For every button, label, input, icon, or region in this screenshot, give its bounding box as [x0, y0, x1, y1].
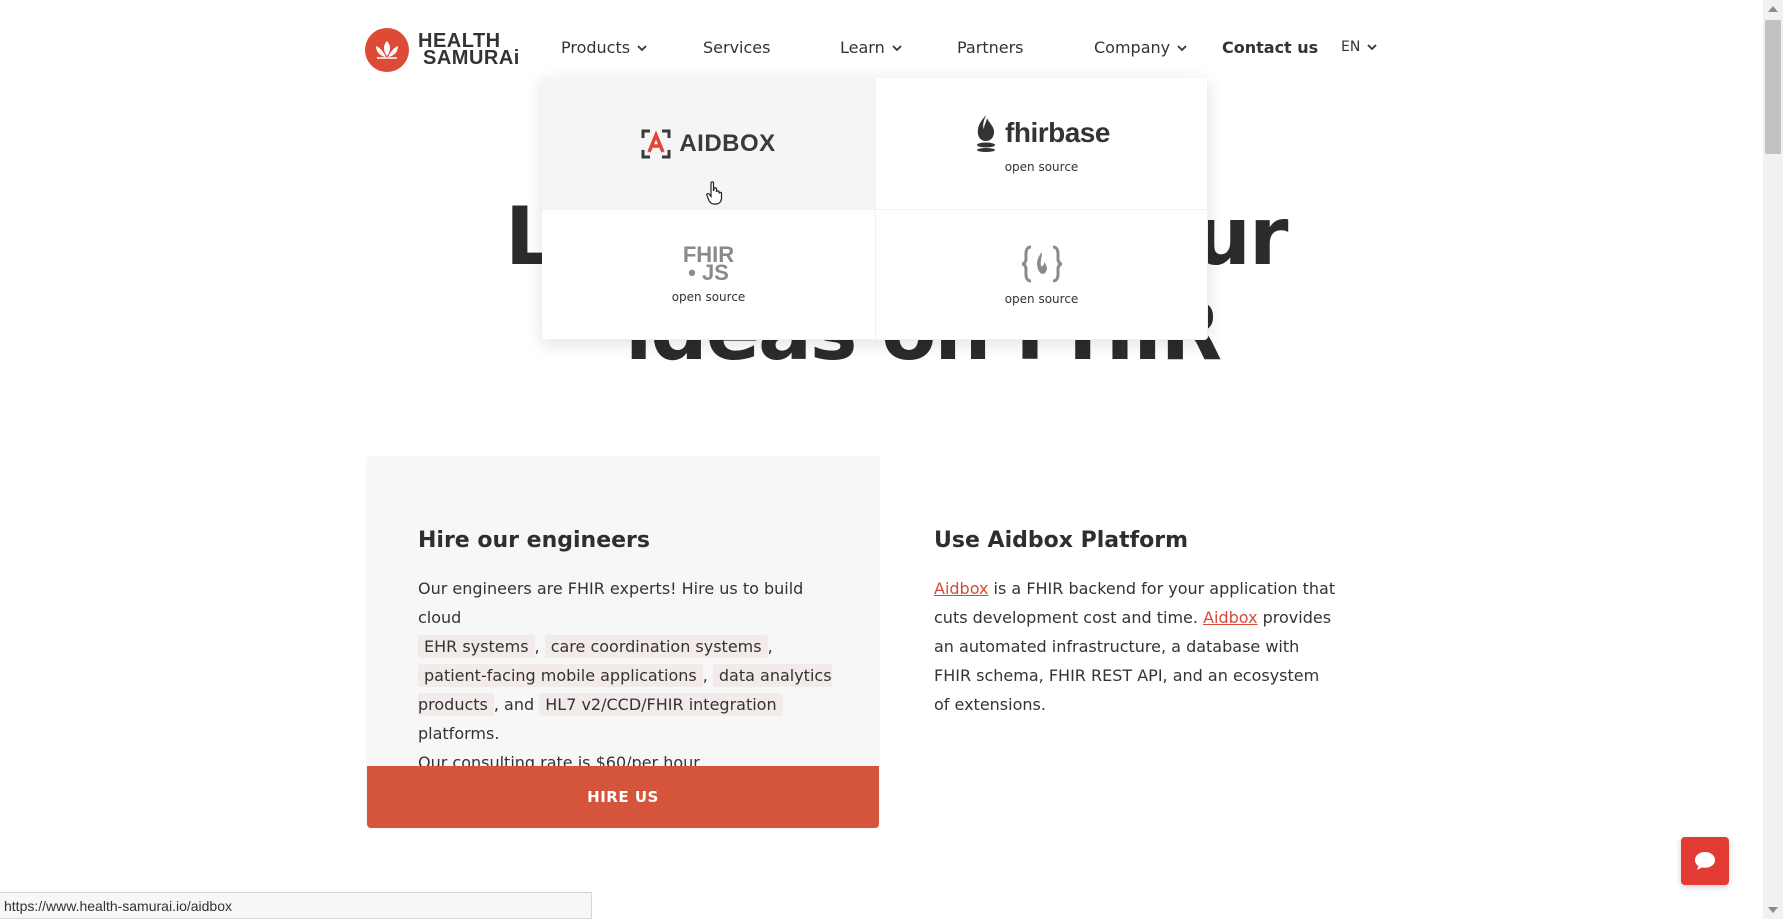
nav-learn[interactable]: Learn — [840, 38, 903, 57]
brand-line2: SAMURAi — [423, 47, 520, 69]
dropdown-item-fhirbase[interactable]: fhirbase open source — [876, 78, 1208, 210]
hire-us-button[interactable]: HIRE US — [367, 766, 879, 828]
chevron-down-icon — [892, 44, 902, 51]
fhirjs-logo: FHIR • JS — [683, 243, 734, 285]
nav-products-label: Products — [561, 38, 631, 57]
brand-logo[interactable]: HEALTH SAMURAi — [365, 28, 520, 72]
language-label: EN — [1341, 39, 1361, 55]
aidbox-logo-icon — [641, 129, 671, 158]
hire-card-body: Our engineers are FHIR experts! Hire us … — [418, 579, 832, 772]
lotus-logo-icon — [365, 28, 409, 72]
nav-services-label: Services — [703, 38, 771, 57]
scrollbar-thumb[interactable] — [1765, 20, 1781, 154]
dropdown-item-fhirjs[interactable]: FHIR • JS open source — [542, 210, 876, 340]
hire-card-intro: Our engineers are FHIR experts! Hire us … — [418, 579, 804, 627]
nav-partners-label: Partners — [957, 38, 1024, 57]
fhirpath-braces-icon — [1021, 245, 1062, 282]
nav-products[interactable]: Products — [561, 38, 648, 57]
aidbox-card-body: Aidbox is a FHIR backend for your applic… — [934, 574, 1339, 719]
fhirbase-caption: open source — [1004, 159, 1079, 174]
aidbox-link-2[interactable]: Aidbox — [1203, 608, 1257, 627]
aidbox-link-1[interactable]: Aidbox — [934, 579, 988, 598]
tag-patient-mobile-apps: patient-facing mobile applications — [418, 664, 703, 687]
fhirjs-caption: open source — [671, 289, 746, 304]
hire-card-platforms: platforms. — [418, 724, 500, 743]
brand-wordmark: HEALTH SAMURAi — [418, 31, 520, 69]
hand-pointer-cursor-icon — [706, 181, 723, 205]
nav-learn-label: Learn — [840, 38, 885, 57]
nav-contact-label: Contact us — [1222, 38, 1319, 57]
status-bar-url: https://www.health-samurai.io/aidbox — [0, 892, 592, 919]
chevron-down-icon — [1177, 44, 1187, 51]
nav-partners[interactable]: Partners — [957, 38, 1023, 57]
hire-card-and: and — [504, 695, 535, 714]
scroll-up-arrow-icon[interactable] — [1768, 6, 1778, 12]
nav-company[interactable]: Company — [1094, 38, 1188, 57]
products-dropdown: AIDBOX fhirbase open source FHIR • JS op… — [542, 78, 1208, 340]
fhirpath-caption: open source — [1004, 291, 1079, 306]
dropdown-item-fhirpath[interactable]: open source — [876, 210, 1208, 340]
fhirbase-wordmark: fhirbase — [1005, 116, 1110, 148]
chat-icon — [1695, 852, 1715, 870]
hire-card-title: Hire our engineers — [418, 528, 650, 553]
vertical-scrollbar[interactable] — [1763, 0, 1783, 919]
nav-company-label: Company — [1094, 38, 1171, 57]
aidbox-logo: AIDBOX — [641, 129, 775, 159]
chat-widget-button[interactable] — [1681, 837, 1729, 885]
chevron-down-icon — [1367, 44, 1377, 51]
aidbox-wordmark: AIDBOX — [679, 129, 776, 157]
aidbox-card-title: Use Aidbox Platform — [934, 528, 1189, 553]
chevron-down-icon — [637, 44, 647, 51]
tag-ehr-systems: EHR systems — [418, 635, 535, 658]
tag-hl7-integration: HL7 v2/CCD/FHIR integration — [539, 693, 783, 716]
fhirbase-logo: fhirbase — [973, 114, 1110, 152]
scroll-down-arrow-icon[interactable] — [1768, 907, 1778, 913]
tag-care-coordination: care coordination systems — [544, 635, 768, 658]
language-selector[interactable]: EN — [1341, 39, 1378, 55]
nav-contact-us[interactable]: Contact us — [1222, 38, 1318, 57]
nav-services[interactable]: Services — [703, 38, 770, 57]
fhirjs-line2: • JS — [688, 259, 729, 285]
fhirbase-flame-icon — [977, 114, 996, 152]
